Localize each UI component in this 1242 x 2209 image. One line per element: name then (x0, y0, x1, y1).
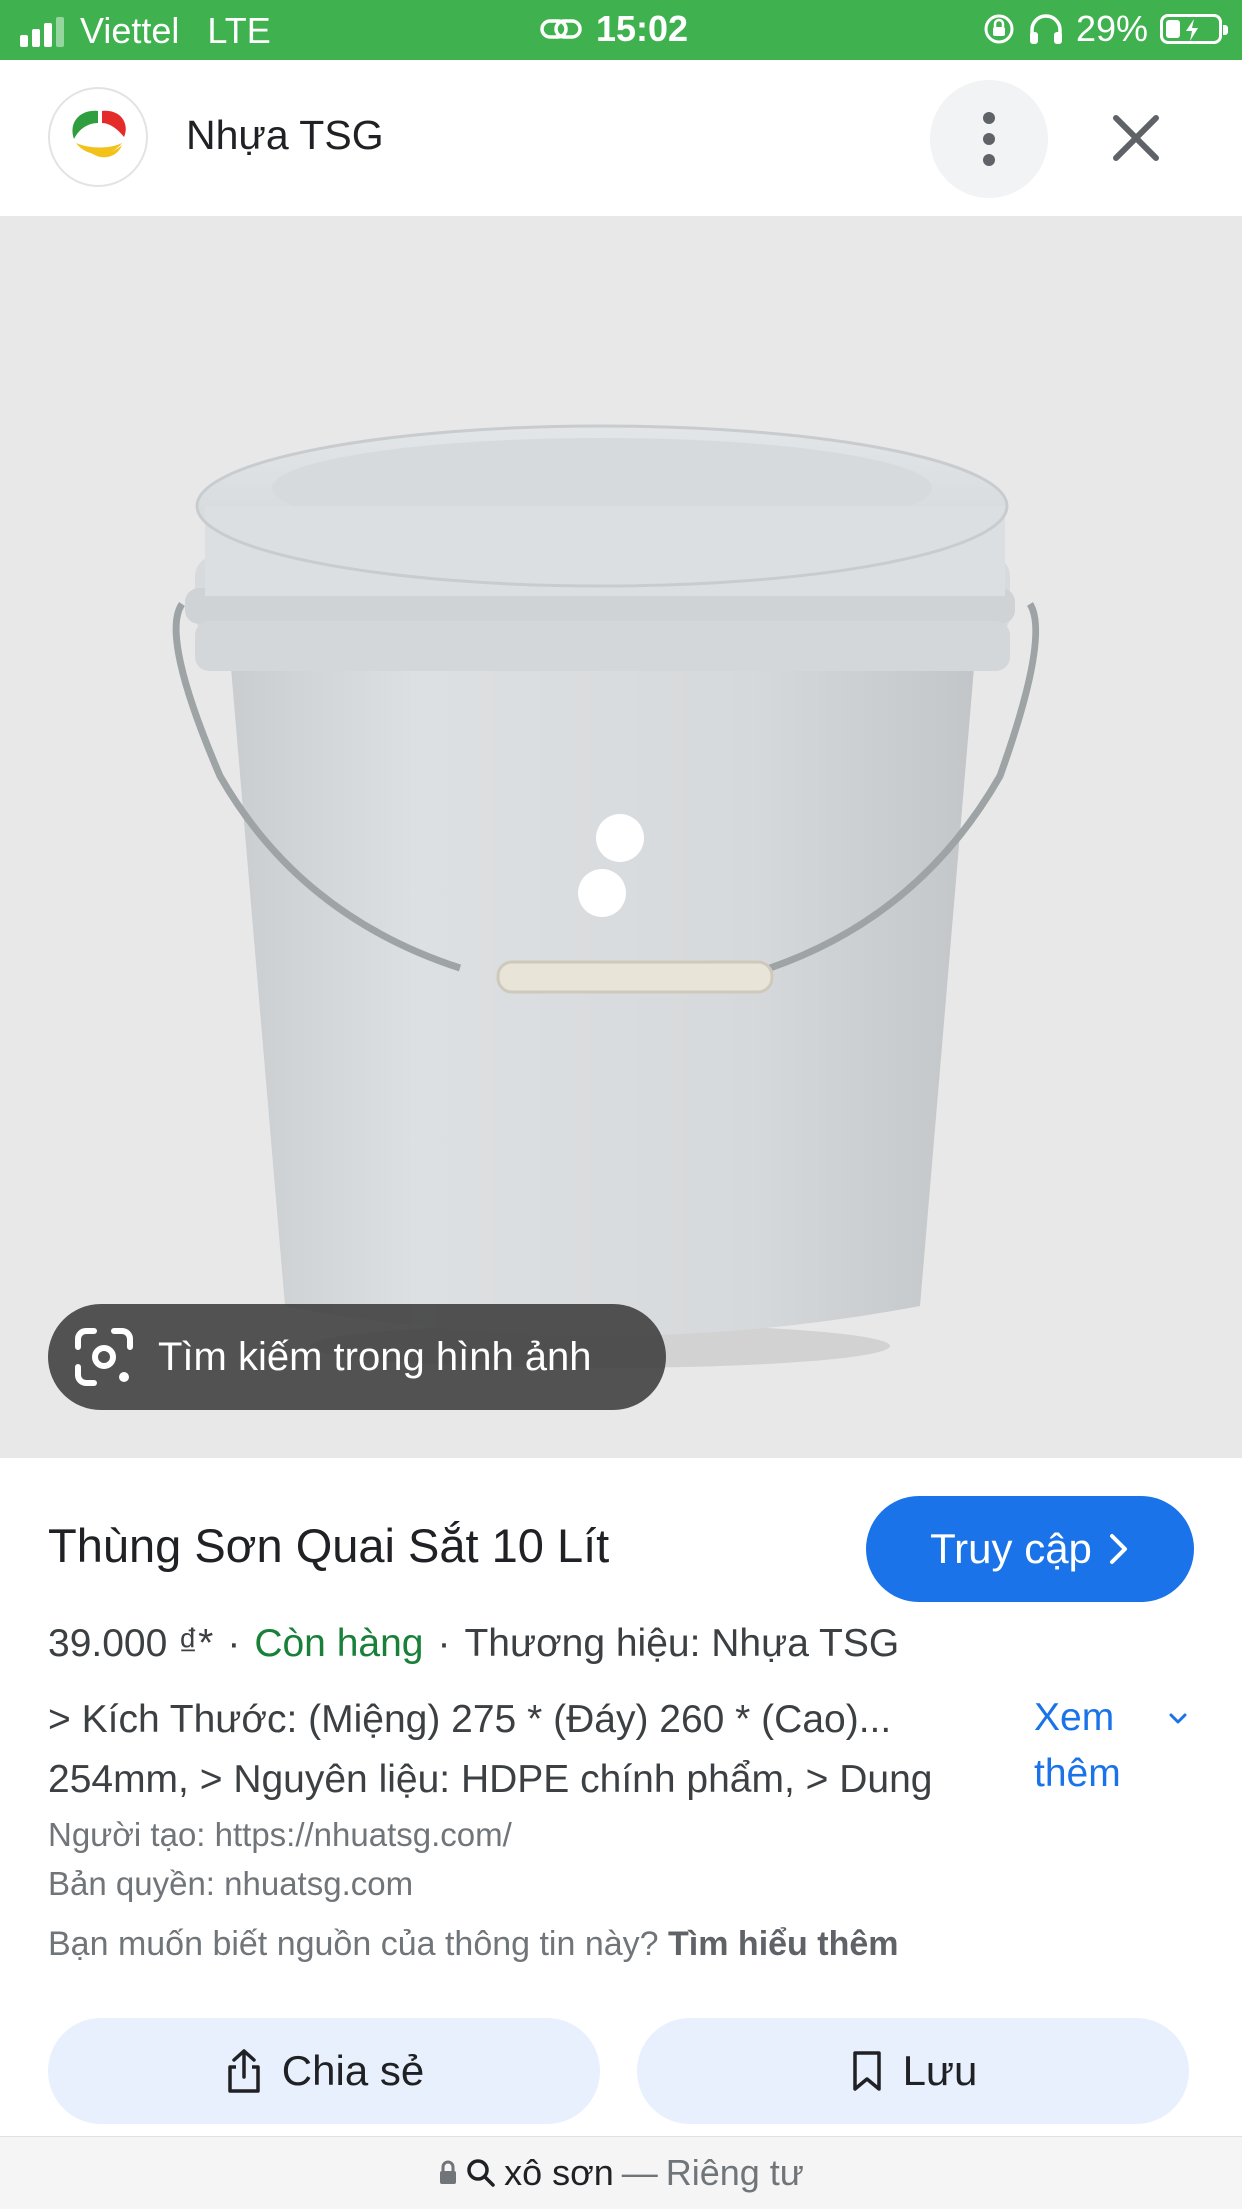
description-line-1: > Kích Thước: (Miệng) 275 * (Đáy) 260 * … (48, 1698, 892, 1741)
battery-percent: 29% (1075, 8, 1148, 49)
status-left: Viettel LTE (20, 10, 271, 52)
lock-icon (440, 2160, 457, 2184)
carrier-label: Viettel (80, 10, 180, 51)
bookmark-icon (852, 2051, 881, 2091)
price: 39.000 ₫* (48, 1622, 214, 1665)
close-icon (1113, 115, 1159, 161)
stock-status: Còn hàng (254, 1622, 424, 1665)
share-label: Chia sẻ (281, 2047, 425, 2094)
chevron-down-icon[interactable] (1162, 1702, 1194, 1734)
battery-icon (1160, 14, 1228, 44)
nhua-tsg-logo-icon[interactable] (48, 87, 148, 187)
description-line-2: 254mm, > Nguyên liệu: HDPE chính phẩm, >… (48, 1758, 933, 1801)
lens-camera-icon (75, 1328, 133, 1386)
chevron-right-icon (1109, 1534, 1127, 1564)
save-button[interactable]: Lưu (637, 2018, 1189, 2124)
status-bar: Viettel LTE 15:02 29% (0, 0, 1242, 60)
network-label: LTE (207, 10, 271, 51)
creator-credit: Người tạo: https://nhuatsg.com/ (48, 1816, 512, 1853)
status-center: 15:02 (540, 8, 688, 50)
search-icon (467, 2159, 495, 2187)
charging-bolt-icon (1186, 19, 1198, 41)
site-name[interactable]: Nhựa TSG (186, 112, 384, 159)
source-question: Bạn muốn biết nguồn của thông tin này? T… (48, 1925, 899, 1964)
close-button[interactable] (1100, 102, 1172, 174)
learn-more-link[interactable]: Tìm hiểu thêm (668, 1925, 898, 1963)
headphones-icon (1029, 14, 1062, 44)
link-icon (540, 19, 582, 39)
visit-button[interactable]: Truy cập (866, 1496, 1194, 1602)
product-description: > Kích Thước: (Miệng) 275 * (Đáy) 260 * … (48, 1690, 1008, 1810)
source-question-text: Bạn muốn biết nguồn của thông tin này? (48, 1925, 659, 1963)
url-bar[interactable]: xô sơn — Riêng tư (0, 2136, 1242, 2209)
signal-icon (20, 15, 64, 47)
battery-fill (1166, 20, 1180, 38)
brand: Thương hiệu: Nhựa TSG (464, 1622, 900, 1665)
product-title: Thùng Sơn Quai Sắt 10 Lít (48, 1519, 610, 1572)
separator-dot: · (437, 1622, 451, 1665)
separator-dot: · (227, 1622, 241, 1665)
clock: 15:02 (596, 8, 689, 49)
more-vert-icon (983, 112, 995, 166)
logo-graphic (72, 110, 126, 158)
url-separator: — (621, 2152, 658, 2193)
save-label: Lưu (902, 2047, 978, 2094)
product-meta: 39.000 ₫* · Còn hàng · Thương hiệu: Nhựa TSG (48, 1622, 899, 1666)
copyright-credit: Bản quyền: nhuatsg.com (48, 1865, 414, 1902)
share-button[interactable]: Chia sẻ (48, 2018, 600, 2124)
bucket-photo (172, 424, 1040, 1368)
private-mode-label: Riêng tư (665, 2152, 804, 2193)
search-in-image-label: Tìm kiếm trong hình ảnh (158, 1334, 592, 1379)
see-more-link[interactable]: Xem thêm (1034, 1690, 1154, 1802)
visit-button-label: Truy cập (930, 1525, 1092, 1572)
search-in-image-chip[interactable]: Tìm kiếm trong hình ảnh (48, 1304, 666, 1410)
more-options-button[interactable] (930, 80, 1048, 198)
share-icon (228, 2049, 260, 2093)
status-right: 29% (982, 8, 1228, 50)
search-query: xô sơn (504, 2152, 614, 2193)
product-image[interactable]: Tìm kiếm trong hình ảnh (0, 216, 1242, 1458)
rotation-lock-icon (984, 14, 1014, 44)
viewer-header: Nhựa TSG (0, 60, 1242, 216)
